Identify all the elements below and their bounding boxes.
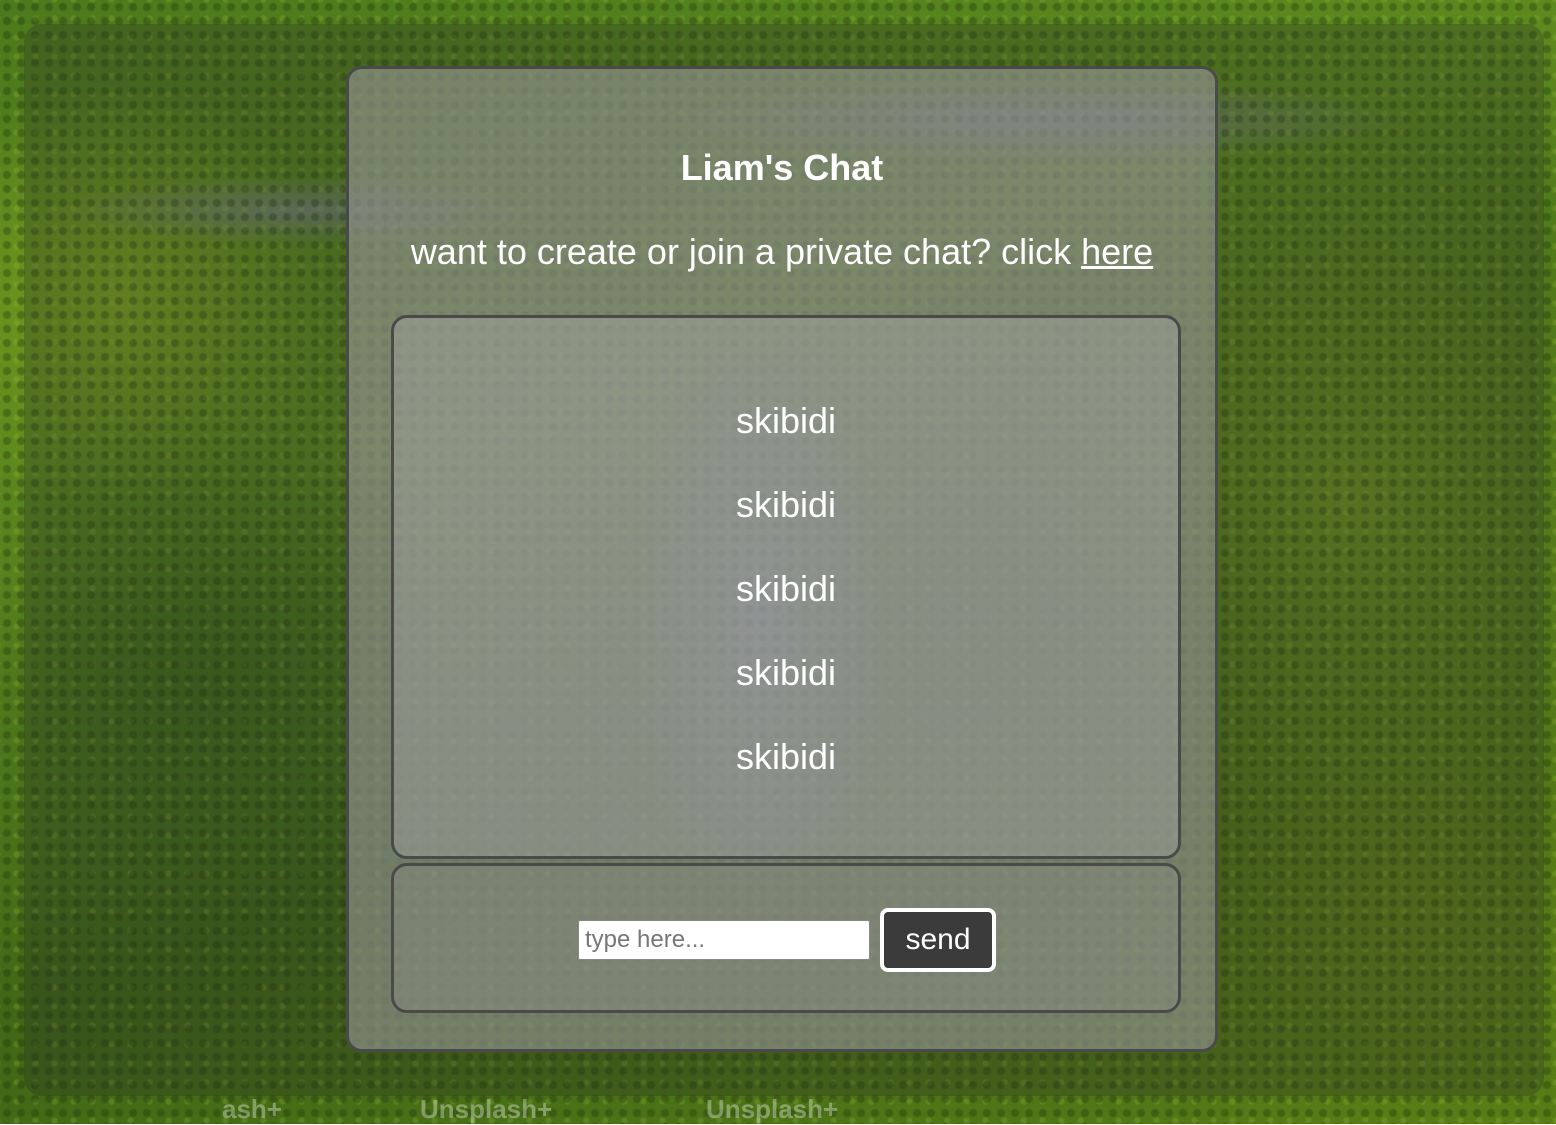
message-item: skibidi xyxy=(735,652,837,693)
watermark-text: Unsplash+ xyxy=(420,1094,553,1124)
chat-panel: Liam's Chat want to create or join a pri… xyxy=(346,66,1218,1052)
message-item: skibidi xyxy=(735,568,837,609)
message-item: skibidi xyxy=(735,400,837,441)
page-title: Liam's Chat xyxy=(680,147,884,188)
message-item: skibidi xyxy=(735,736,837,777)
watermark-text: ash+ xyxy=(222,1094,282,1124)
private-chat-link[interactable]: here xyxy=(1081,231,1153,272)
message-input[interactable] xyxy=(578,920,870,960)
message-item: skibidi xyxy=(735,484,837,525)
message-list[interactable]: skibidi skibidi skibidi skibidi skibidi xyxy=(391,315,1181,859)
message-composer: send xyxy=(391,863,1181,1013)
private-chat-prompt-text: want to create or join a private chat? c… xyxy=(410,231,1082,272)
background-watermark: ash+ Unsplash+ Unsplash+ xyxy=(0,1094,1556,1124)
private-chat-prompt: want to create or join a private chat? c… xyxy=(349,231,1215,273)
watermark-text: Unsplash+ xyxy=(706,1094,839,1124)
send-button[interactable]: send xyxy=(880,908,996,972)
